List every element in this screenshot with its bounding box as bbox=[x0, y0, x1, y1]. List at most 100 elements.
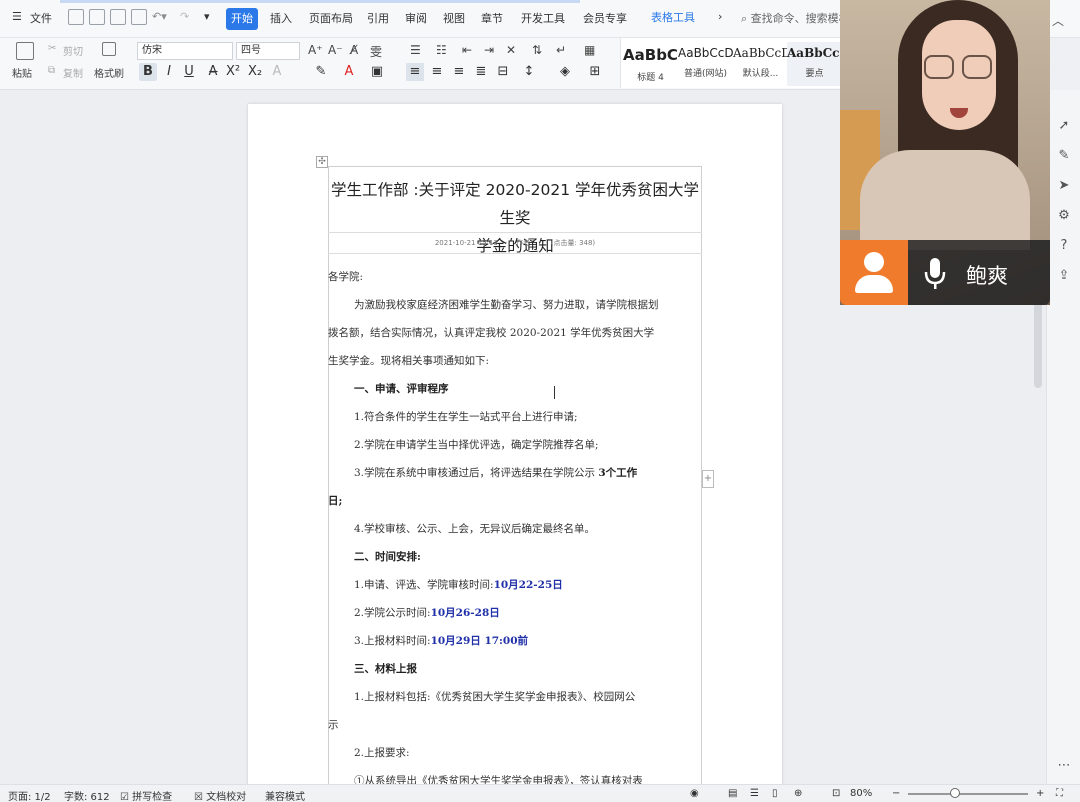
style-default-paragraph[interactable]: AaBbCcDd 默认段... bbox=[733, 42, 788, 86]
more-icon[interactable]: ⋯ bbox=[1056, 758, 1072, 774]
eye-protection-icon[interactable]: ◉ bbox=[690, 788, 699, 799]
align-left-button[interactable]: ≡ bbox=[406, 63, 424, 81]
zoom-level[interactable]: 80% bbox=[850, 788, 872, 799]
underline-button[interactable]: U bbox=[180, 63, 198, 81]
export-pdf-icon[interactable] bbox=[89, 9, 105, 25]
line-spacing-button[interactable]: ↕ bbox=[520, 63, 538, 81]
chinese-layout-icon[interactable]: ✕ bbox=[506, 43, 516, 57]
show-marks-icon[interactable]: ↵ bbox=[556, 43, 566, 57]
borders-button[interactable]: ⊞ bbox=[586, 63, 604, 81]
strikethrough-button[interactable]: A̶ bbox=[204, 63, 222, 81]
page-indicator[interactable]: 页面: 1/2 bbox=[8, 788, 51, 802]
format-painter-button[interactable]: 格式刷 bbox=[94, 65, 124, 80]
align-right-button[interactable]: ≡ bbox=[450, 63, 468, 81]
distributed-button[interactable]: ⊟ bbox=[494, 63, 512, 81]
table-add-handle[interactable]: + bbox=[702, 470, 714, 488]
style-sample: AaBbCcDd bbox=[733, 46, 788, 60]
text-cursor bbox=[554, 386, 555, 399]
spell-check-button[interactable]: ☑ 拼写检查 bbox=[120, 788, 172, 802]
print-icon[interactable] bbox=[110, 9, 126, 25]
rocket-icon[interactable]: ➚ bbox=[1056, 118, 1072, 134]
tab-home[interactable]: 开始 bbox=[226, 8, 258, 30]
italic-button[interactable]: I bbox=[160, 63, 178, 81]
step-2: 2.学院在申请学生当中择优评选，确定学院推荐名单; bbox=[354, 439, 599, 451]
undo-icon[interactable]: ↶▾ bbox=[152, 10, 167, 23]
shrink-font-icon[interactable]: A⁻ bbox=[328, 43, 343, 57]
page-view-icon[interactable]: ▤ bbox=[728, 788, 737, 799]
numbered-list-icon[interactable]: ☷ bbox=[436, 43, 447, 57]
font-color-button[interactable]: A bbox=[340, 63, 358, 81]
heading-application-procedure: 一、申请、评审程序 bbox=[354, 383, 449, 395]
tab-insert[interactable]: 插入 bbox=[270, 10, 292, 26]
copy-icon[interactable]: ⧉ bbox=[48, 65, 55, 76]
highlight-color-button[interactable]: ✎ bbox=[312, 63, 330, 81]
pen-icon[interactable]: ✎ bbox=[1056, 148, 1072, 164]
file-menu[interactable]: 文件 bbox=[30, 10, 52, 26]
sort-icon[interactable]: ⇅ bbox=[532, 43, 542, 57]
web-view-icon[interactable]: ⊕ bbox=[794, 788, 802, 799]
scroll-thumb[interactable] bbox=[1034, 298, 1042, 388]
zoom-out-icon[interactable]: − bbox=[892, 788, 900, 799]
command-search[interactable]: ⌕ 查找命令、搜索模板 bbox=[741, 10, 850, 26]
zoom-slider-knob[interactable] bbox=[950, 788, 960, 798]
cut-icon[interactable]: ✂ bbox=[48, 43, 56, 54]
word-count[interactable]: 字数: 612 bbox=[64, 788, 110, 802]
cursor-select-icon[interactable]: ➤ bbox=[1056, 178, 1072, 194]
tab-chapter[interactable]: 章节 bbox=[481, 10, 503, 26]
increase-indent-icon[interactable]: ⇥ bbox=[484, 43, 494, 57]
copy-button[interactable]: 复制 bbox=[63, 65, 83, 80]
outline-view-icon[interactable]: ☰ bbox=[750, 788, 759, 799]
font-family-select[interactable]: 仿宋 bbox=[137, 42, 233, 60]
chevron-up-icon[interactable]: ︿ bbox=[1052, 12, 1064, 29]
cut-button[interactable]: 剪切 bbox=[63, 43, 83, 58]
hamburger-icon[interactable]: ☰ bbox=[12, 10, 22, 23]
bold-button[interactable]: B bbox=[139, 63, 157, 81]
paste-icon[interactable] bbox=[16, 42, 34, 60]
style-heading4[interactable]: AaBbC 标题 4 bbox=[623, 42, 678, 86]
tab-view[interactable]: 视图 bbox=[443, 10, 465, 26]
format-painter-icon[interactable] bbox=[102, 42, 116, 56]
fit-page-icon[interactable]: ⊡ bbox=[832, 788, 840, 799]
zoom-in-icon[interactable]: + bbox=[1036, 788, 1044, 799]
tab-developer[interactable]: 开发工具 bbox=[521, 10, 565, 26]
char-border-button[interactable]: ▣ bbox=[368, 63, 386, 81]
style-key-points[interactable]: AaBbCcDd 要点 bbox=[787, 42, 842, 86]
font-size-select[interactable]: 四号 bbox=[236, 42, 300, 60]
save-icon[interactable] bbox=[68, 9, 84, 25]
help-icon[interactable]: ? bbox=[1056, 238, 1072, 254]
table-move-handle[interactable]: ✣ bbox=[316, 156, 328, 168]
intro-line-1: 为激励我校家庭经济困难学生勤奋学习、努力进取，请学院根据划 bbox=[354, 299, 659, 311]
table-style-icon[interactable]: ▦ bbox=[584, 43, 595, 57]
bullet-list-icon[interactable]: ☰ bbox=[410, 43, 421, 57]
text-effect-button[interactable]: A bbox=[268, 63, 286, 81]
style-normal-web[interactable]: AaBbCcD 普通(网站) bbox=[678, 42, 733, 86]
justify-button[interactable]: ≣ bbox=[472, 63, 490, 81]
superscript-button[interactable]: X² bbox=[224, 63, 242, 81]
clear-format-icon[interactable]: A̸ bbox=[350, 43, 358, 57]
align-center-button[interactable]: ≡ bbox=[428, 63, 446, 81]
tab-member[interactable]: 会员专享 bbox=[583, 10, 627, 26]
doc-proof-button[interactable]: ☒ 文档校对 bbox=[194, 788, 246, 802]
settings-sliders-icon[interactable]: ⚙ bbox=[1056, 208, 1072, 224]
chevron-right-icon[interactable]: › bbox=[718, 10, 722, 23]
more-chevron-icon[interactable]: ▾ bbox=[204, 10, 210, 23]
microphone-icon[interactable] bbox=[922, 256, 948, 292]
fullscreen-icon[interactable]: ⛶ bbox=[1056, 788, 1063, 799]
paste-button[interactable]: 粘贴 bbox=[12, 65, 32, 80]
print-preview-icon[interactable] bbox=[131, 9, 147, 25]
tab-review[interactable]: 审阅 bbox=[405, 10, 427, 26]
shading-button[interactable]: ◈ bbox=[556, 63, 574, 81]
subscript-button[interactable]: X₂ bbox=[246, 63, 264, 81]
material-2: 2.上报要求: bbox=[354, 747, 410, 759]
tab-references[interactable]: 引用 bbox=[367, 10, 389, 26]
decrease-indent-icon[interactable]: ⇤ bbox=[462, 43, 472, 57]
tab-table-tools[interactable]: 表格工具 bbox=[651, 9, 695, 25]
reading-view-icon[interactable]: ▯ bbox=[772, 788, 778, 799]
phonetic-guide-icon[interactable]: 雯 bbox=[370, 43, 382, 60]
zoom-slider[interactable] bbox=[908, 793, 1028, 795]
share-icon[interactable]: ⇪ bbox=[1056, 268, 1072, 284]
redo-icon[interactable]: ↷ bbox=[180, 10, 189, 23]
grow-font-icon[interactable]: A⁺ bbox=[308, 43, 323, 57]
tab-page-layout[interactable]: 页面布局 bbox=[309, 10, 353, 26]
document-page[interactable]: ✣ + 学生工作部 :关于评定 2020-2021 学年优秀贫困大学生奖 学金的… bbox=[248, 104, 782, 784]
